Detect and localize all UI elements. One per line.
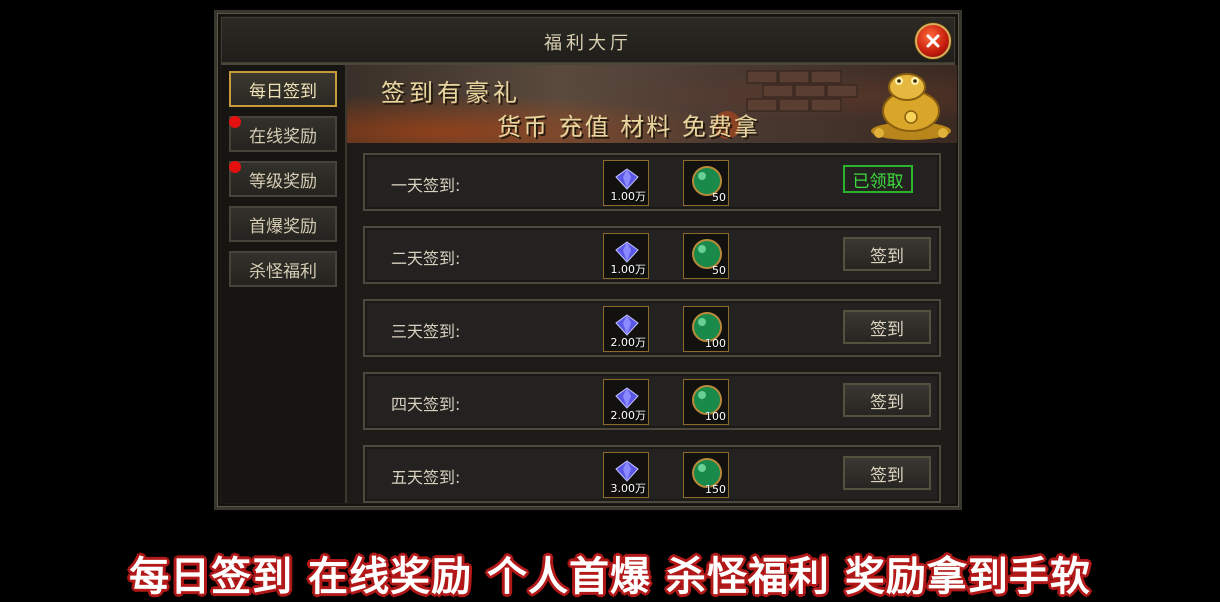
row-label: 二天签到: — [391, 249, 461, 268]
close-button[interactable] — [915, 23, 951, 59]
sidebar-item-label: 杀怪福利 — [249, 261, 317, 282]
reward-slot-orb[interactable]: 50 — [683, 160, 729, 206]
reward-count: 50 — [712, 191, 726, 204]
blue-gem-icon — [615, 241, 639, 263]
reward-count: 1.00万 — [610, 263, 647, 276]
blue-gem-icon — [615, 387, 639, 409]
reward-slot-currency[interactable]: 2.00万 — [603, 306, 649, 352]
row-label: 三天签到: — [391, 322, 461, 341]
reward-slot-currency[interactable]: 1.00万 — [603, 233, 649, 279]
signin-button[interactable]: 签到 — [843, 383, 931, 417]
signin-button[interactable]: 签到 — [843, 456, 931, 490]
blue-gem-icon — [615, 168, 639, 190]
sidebar-item-label: 在线奖励 — [249, 126, 317, 147]
sidebar-item-label: 每日签到 — [249, 81, 317, 102]
blue-gem-icon — [615, 460, 639, 482]
sidebar-item-online-reward[interactable]: 在线奖励 — [229, 116, 337, 152]
reward-count: 100 — [705, 337, 726, 350]
claimed-status-badge: 已领取 — [843, 165, 913, 193]
sidebar-item-level-reward[interactable]: 等级奖励 — [229, 161, 337, 197]
reward-count: 3.00万 — [610, 482, 647, 495]
window-title: 福利大厅 — [544, 33, 632, 54]
close-x-icon — [926, 34, 940, 48]
signin-row-day5: 五天签到: 3.00万 150 签到 — [363, 445, 941, 503]
reward-count: 2.00万 — [610, 409, 647, 422]
golden-toad-icon — [871, 73, 951, 140]
sidebar-item-daily-signin[interactable]: 每日签到 — [229, 71, 337, 107]
reward-count: 50 — [712, 264, 726, 277]
signin-row-day2: 二天签到: 1.00万 50 签到 — [363, 226, 941, 284]
welfare-hall-window: 福利大厅 每日签到 在线奖励 等级奖励 首爆奖励 杀怪福利 签到有豪礼 货币 充… — [214, 10, 962, 510]
reward-count: 150 — [705, 483, 726, 496]
banner-subline: 货币 充值 材料 免费拿 — [497, 113, 760, 141]
signin-button[interactable]: 签到 — [843, 310, 931, 344]
notification-dot — [229, 161, 241, 173]
signin-row-day4: 四天签到: 2.00万 100 签到 — [363, 372, 941, 430]
sidebar-item-kill-monster-welfare[interactable]: 杀怪福利 — [229, 251, 337, 287]
sidebar-item-label: 等级奖励 — [249, 171, 317, 192]
reward-slot-orb[interactable]: 100 — [683, 306, 729, 352]
reward-slot-currency[interactable]: 1.00万 — [603, 160, 649, 206]
reward-slot-currency[interactable]: 2.00万 — [603, 379, 649, 425]
notification-dot — [229, 116, 241, 128]
row-label: 一天签到: — [391, 176, 461, 195]
reward-slot-orb[interactable]: 150 — [683, 452, 729, 498]
reward-slot-orb[interactable]: 50 — [683, 233, 729, 279]
reward-slot-orb[interactable]: 100 — [683, 379, 729, 425]
blue-gem-icon — [615, 314, 639, 336]
reward-count: 2.00万 — [610, 336, 647, 349]
reward-count: 100 — [705, 410, 726, 423]
sidebar: 每日签到 在线奖励 等级奖励 首爆奖励 杀怪福利 — [221, 65, 347, 503]
signin-row-day3: 三天签到: 2.00万 100 签到 — [363, 299, 941, 357]
signin-row-day1: 一天签到: 1.00万 50 已领取 — [363, 153, 941, 211]
banner-headline: 签到有豪礼 — [381, 79, 521, 107]
signin-button[interactable]: 签到 — [843, 237, 931, 271]
promo-caption: 每日签到 在线奖励 个人首爆 杀怪福利 奖励拿到手软 — [129, 554, 1091, 600]
row-label: 四天签到: — [391, 395, 461, 414]
signin-banner: 签到有豪礼 货币 充值 材料 免费拿 — [347, 65, 957, 143]
sidebar-item-first-drop-reward[interactable]: 首爆奖励 — [229, 206, 337, 242]
row-label: 五天签到: — [391, 468, 461, 487]
reward-slot-currency[interactable]: 3.00万 — [603, 452, 649, 498]
sidebar-item-label: 首爆奖励 — [249, 216, 317, 237]
reward-count: 1.00万 — [610, 190, 647, 203]
title-bar: 福利大厅 — [221, 17, 955, 65]
